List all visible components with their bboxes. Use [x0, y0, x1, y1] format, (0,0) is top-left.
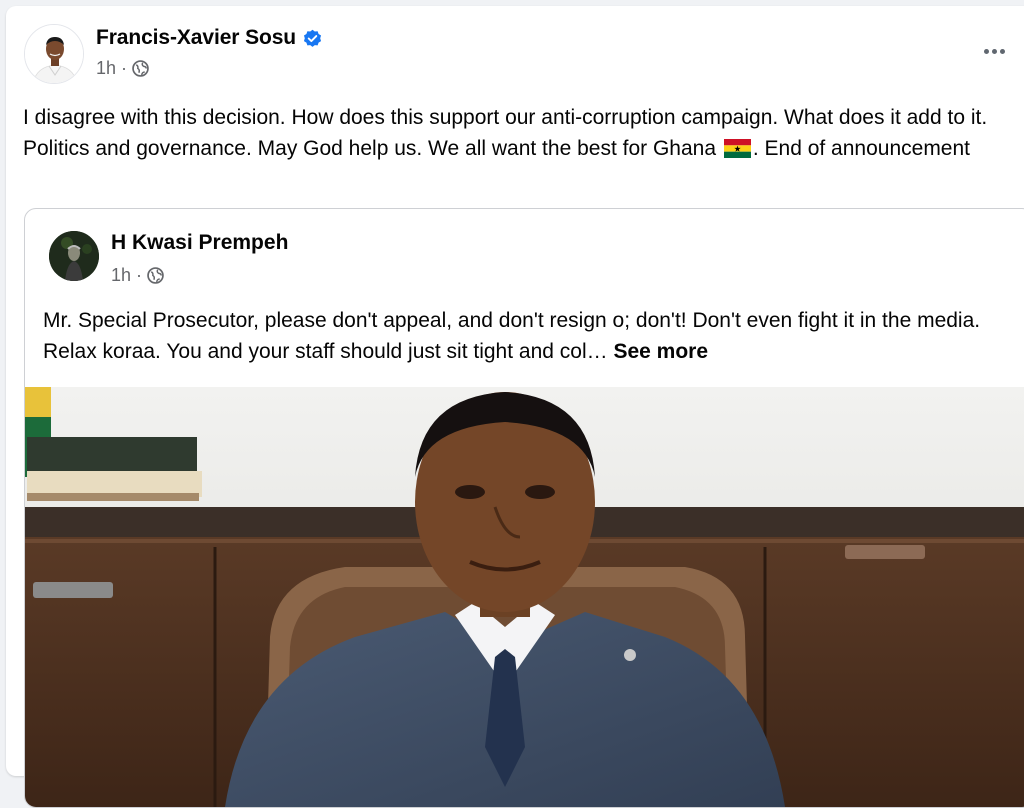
post-text: I disagree with this decision. How does … — [23, 102, 1023, 164]
author-row: Francis-Xavier Sosu — [96, 26, 322, 50]
shared-post-timestamp[interactable]: 1h — [111, 265, 131, 286]
shared-post-card[interactable]: H Kwasi Prempeh 1h · Mr. Special Prosecu… — [24, 208, 1024, 808]
shared-author-avatar[interactable] — [49, 231, 99, 281]
author-avatar[interactable] — [24, 24, 84, 84]
ghana-flag-icon — [723, 136, 751, 158]
shared-post-photo[interactable] — [25, 387, 1024, 807]
shared-author-name[interactable]: H Kwasi Prempeh — [111, 231, 288, 255]
post-header: Francis-Xavier Sosu 1h · — [24, 24, 322, 84]
author-block: Francis-Xavier Sosu 1h · — [96, 26, 322, 84]
post-meta: 1h · — [96, 58, 322, 79]
author-name[interactable]: Francis-Xavier Sosu — [96, 26, 296, 50]
shared-post-header: H Kwasi Prempeh 1h · — [49, 231, 288, 286]
more-options-button[interactable] — [974, 36, 1014, 66]
more-options-dot — [999, 48, 1005, 54]
post-text-part2: . End of announcement — [752, 137, 971, 160]
globe-icon[interactable] — [147, 267, 164, 284]
more-options-dot — [991, 48, 997, 54]
shared-post-text: Mr. Special Prosecutor, please don't app… — [43, 305, 1023, 367]
see-more-link[interactable]: See more — [613, 340, 708, 363]
facebook-post: Francis-Xavier Sosu 1h · I disagree with… — [6, 6, 1024, 808]
post-timestamp[interactable]: 1h — [96, 58, 116, 79]
globe-icon[interactable] — [132, 60, 149, 77]
more-options-dot — [983, 48, 989, 54]
meta-separator: · — [136, 265, 143, 285]
meta-separator: · — [121, 58, 128, 78]
shared-post-body: Mr. Special Prosecutor, please don't app… — [43, 309, 981, 363]
verified-badge-icon — [303, 29, 322, 48]
shared-post-meta: 1h · — [111, 265, 288, 286]
shared-author-block: H Kwasi Prempeh 1h · — [111, 231, 288, 286]
